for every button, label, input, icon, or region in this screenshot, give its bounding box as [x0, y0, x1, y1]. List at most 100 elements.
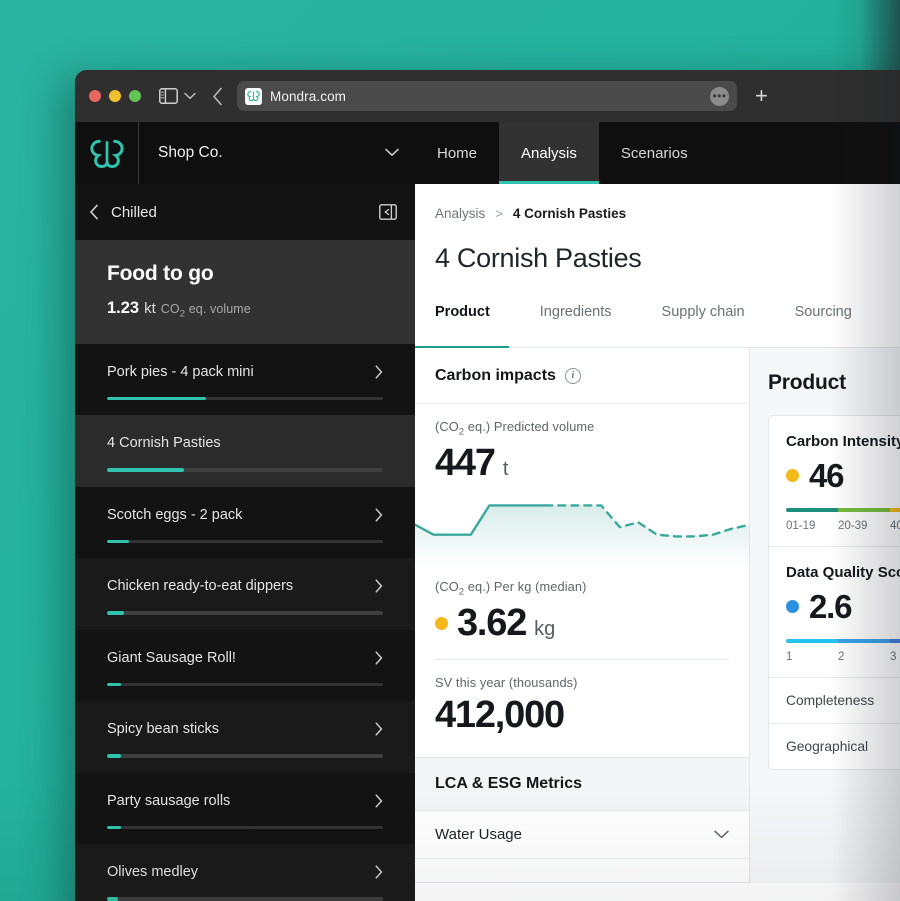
metric-unit: t [502, 457, 509, 480]
product-progress-track [107, 468, 383, 472]
score-number: 46 [809, 457, 845, 494]
nav-tab-analysis[interactable]: Analysis [499, 122, 599, 184]
close-window-button[interactable] [89, 90, 101, 102]
score-number: 2.6 [809, 588, 852, 625]
product-score-panel: Product Carbon Intensity 46 01-19 20-39 40-5… [750, 348, 900, 883]
product-progress-track [107, 897, 383, 901]
tab-sourcing[interactable]: Sourcing [795, 301, 871, 347]
chevron-right-icon[interactable] [375, 793, 383, 808]
score-scale-bar [786, 508, 900, 512]
org-name: Shop Co. [158, 144, 223, 161]
score-tick-label: 01-19 [786, 520, 816, 532]
score-scale-segment [838, 639, 890, 643]
score-scale-segment [786, 508, 838, 512]
browser-back-button[interactable] [212, 87, 223, 106]
info-circle-icon[interactable]: i [564, 367, 581, 384]
tab-supply-chain[interactable]: Supply chain [662, 301, 764, 347]
group-stat-unit: kt [144, 300, 156, 317]
lca-row[interactable]: Water Usage [415, 811, 749, 859]
metric-label: (CO2 eq.) Predicted volume [435, 419, 595, 438]
breadcrumb-separator: > [495, 206, 503, 221]
list-item[interactable]: Pork pies - 4 pack mini [75, 343, 415, 415]
score-scale-segment [890, 639, 900, 643]
org-selector[interactable]: Shop Co. [138, 122, 415, 184]
score-tick-label: 40-59 [890, 520, 900, 532]
score-tick-label: 3 [890, 651, 897, 663]
new-tab-button[interactable]: + [755, 85, 768, 107]
product-name: Giant Sausage Roll! [107, 649, 236, 666]
score-scale-ticks: 12345 [786, 651, 900, 663]
mondra-butterfly-icon [245, 87, 262, 105]
chevron-right-icon[interactable] [375, 650, 383, 665]
chevron-right-icon[interactable] [375, 579, 383, 593]
nav-tab-home[interactable]: Home [415, 122, 499, 184]
collapse-panel-icon[interactable] [379, 204, 397, 220]
chevron-down-icon[interactable] [714, 830, 729, 839]
app-body: Shop Co. Chilled Food to go 1.23 kt CO2 … [75, 122, 900, 901]
metrics-host: (CO2 eq.) Predicted volume 447 t (CO2 eq.) … [415, 404, 750, 738]
product-progress-track [107, 396, 383, 400]
list-item[interactable]: Spicy bean sticks [75, 701, 415, 773]
product-name: Spicy bean sticks [107, 721, 220, 737]
list-item[interactable]: Party sausage rolls [75, 772, 415, 844]
maximize-window-button[interactable] [129, 90, 141, 102]
score-scale-segment [890, 508, 900, 512]
mondra-butterfly-logo[interactable] [75, 138, 138, 169]
brand-bar: Shop Co. [75, 122, 415, 184]
tab-ingredients[interactable]: Ingredients [540, 301, 631, 347]
product-name: Olives medley [107, 864, 199, 880]
metric-label: (CO2 eq.) Per kg (median) [435, 579, 587, 598]
score-value: 46 [786, 459, 900, 492]
metric-number: 447 [435, 441, 496, 484]
list-item[interactable]: Chicken ready-to-eat dippers [75, 558, 415, 630]
page-title: 4 Cornish Pasties [435, 243, 642, 273]
content-area: Analysis > 4 Cornish Pasties 4 Cornish P… [415, 184, 900, 901]
address-bar[interactable]: Mondra.com ••• [237, 81, 737, 111]
status-dot [786, 469, 799, 482]
product-progress-track [107, 754, 383, 758]
list-item[interactable]: Scotch eggs - 2 pack [75, 486, 415, 558]
panel-title: Product [768, 371, 846, 394]
sidebar-panel-icon[interactable] [159, 88, 178, 104]
product-progress-fill [107, 825, 121, 829]
metric-value: 3.62 kg [435, 601, 729, 646]
minimize-window-button[interactable] [109, 90, 121, 102]
metric-number: 412,000 [435, 693, 565, 736]
lca-row-label: Water Usage [435, 825, 522, 843]
panels-row: Product Carbon Intensity 46 01-19 20-39 40-5… [415, 348, 900, 883]
screenshot-root: Mondra.com ••• + Shop Co. Chilled Food t… [0, 0, 900, 901]
chevron-down-icon[interactable] [184, 92, 196, 100]
chevron-right-icon[interactable] [375, 507, 383, 522]
product-name: Party sausage rolls [107, 792, 231, 809]
status-dot [435, 616, 448, 630]
chevron-right-icon[interactable] [375, 865, 383, 879]
group-stat: 1.23 kt CO2 eq. volume [107, 299, 383, 320]
metric-block: SV this year (thousands) 412,000 [415, 660, 749, 738]
score-scale-ticks: 01-1920-3940-5960-7980-99 [786, 520, 900, 532]
list-item[interactable]: Giant Sausage Roll! [75, 629, 415, 701]
predicted-volume-sparkline [415, 489, 750, 565]
metric-value: 447 t [435, 441, 729, 486]
score-scale-segment [786, 639, 838, 643]
group-summary: Food to go 1.23 kt CO2 eq. volume [75, 240, 415, 344]
data-quality-row[interactable]: Completeness [769, 677, 900, 723]
tab-product[interactable]: Product [415, 301, 509, 348]
score-card: Carbon Intensity4601-1920-3940-5960-7980… [769, 416, 900, 546]
window-traffic-lights [89, 90, 141, 102]
group-title: Food to go [107, 262, 214, 285]
metric-label: SV this year (thousands) [435, 674, 578, 690]
score-card-stack: Carbon Intensity4601-1920-3940-5960-7980… [768, 415, 900, 770]
back-button[interactable] [89, 204, 99, 220]
list-item[interactable]: 4 Cornish Pasties [75, 415, 415, 487]
ellipsis-icon[interactable]: ••• [710, 86, 729, 106]
nav-tab-scenarios[interactable]: Scenarios [599, 122, 710, 184]
score-tick-label: 2 [838, 651, 845, 663]
lca-metrics-header: LCA & ESG Metrics [415, 756, 749, 811]
data-quality-row[interactable]: Geographical [769, 723, 900, 769]
list-item[interactable]: Olives medley [75, 844, 415, 901]
chevron-right-icon[interactable] [375, 722, 383, 736]
metric-value: 412,000 [435, 693, 729, 738]
breadcrumb-root[interactable]: Analysis [435, 206, 485, 221]
chevron-right-icon[interactable] [375, 364, 383, 379]
metric-unit: kg [534, 617, 556, 640]
